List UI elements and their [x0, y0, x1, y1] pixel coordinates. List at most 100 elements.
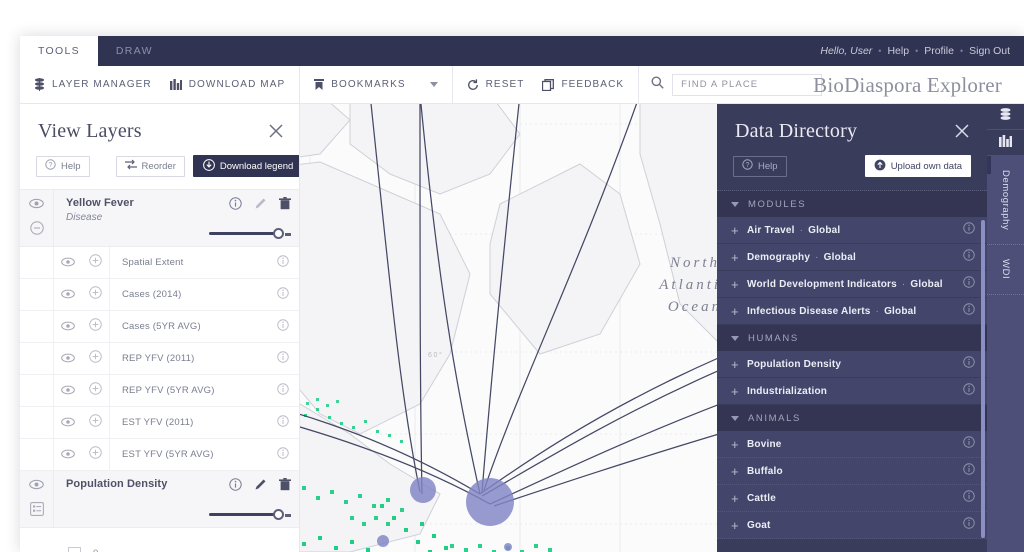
legend-list-icon[interactable] — [29, 502, 44, 521]
info-icon[interactable] — [963, 382, 975, 400]
info-icon[interactable] — [277, 254, 289, 272]
info-icon[interactable] — [963, 435, 975, 453]
eye-icon[interactable] — [61, 318, 75, 336]
info-icon[interactable] — [963, 516, 975, 534]
plus-icon[interactable]: + — [731, 224, 747, 237]
plus-icon[interactable]: + — [731, 519, 747, 532]
directory-row-infectious-disease-alerts[interactable]: + Infectious Disease Alerts · Global — [717, 298, 987, 325]
tab-tools[interactable]: TOOLS — [20, 36, 98, 66]
plus-icon[interactable]: + — [731, 305, 747, 318]
eye-icon[interactable] — [61, 254, 75, 272]
bookmarks-button[interactable]: BOOKMARKS — [314, 78, 405, 91]
directory-row-population-density[interactable]: + Population Density — [717, 351, 987, 378]
layer-row-yellow-fever[interactable]: Yellow Fever Disease — [20, 190, 299, 247]
info-icon[interactable] — [277, 382, 289, 400]
help-button[interactable]: ? Help — [733, 155, 787, 177]
directory-row-world-development-indicators[interactable]: + World Development Indicators · Global — [717, 271, 987, 298]
edit-pencil-icon[interactable] — [254, 197, 267, 215]
sublayer-row[interactable]: REP YFV (5YR AVG) — [20, 375, 299, 407]
rail-charts-button[interactable] — [987, 130, 1024, 156]
directory-row-air-travel[interactable]: + Air Travel · Global — [717, 217, 987, 244]
sublayer-row[interactable]: Cases (2014) — [20, 279, 299, 311]
info-icon[interactable] — [963, 462, 975, 480]
expand-plus-icon[interactable] — [89, 349, 102, 368]
layer-manager-button[interactable]: LAYER MANAGER — [34, 78, 152, 91]
eye-icon[interactable] — [61, 286, 75, 304]
eye-icon[interactable] — [61, 382, 75, 400]
upload-own-data-button[interactable]: Upload own data — [864, 155, 971, 177]
panel-scrollbar[interactable] — [981, 220, 985, 538]
group-header-modules[interactable]: MODULES — [717, 191, 987, 217]
expand-plus-icon[interactable] — [89, 381, 102, 400]
rail-tab-demography[interactable]: Demography — [987, 156, 1024, 246]
eye-icon[interactable] — [61, 350, 75, 368]
close-icon[interactable] — [953, 122, 971, 140]
plus-icon[interactable]: + — [731, 465, 747, 478]
directory-row-industrialization[interactable]: + Industrialization — [717, 378, 987, 405]
directory-row-buffalo[interactable]: + Buffalo — [717, 458, 987, 485]
download-legend-button[interactable]: Download legend — [192, 155, 299, 177]
plus-icon[interactable]: + — [731, 492, 747, 505]
reorder-button[interactable]: Reorder — [115, 155, 185, 177]
sublayer-row[interactable]: EST YFV (2011) — [20, 407, 299, 439]
sublayer-row[interactable]: EST YFV (5YR AVG) — [20, 439, 299, 471]
search-input[interactable] — [672, 73, 823, 96]
plus-icon[interactable]: + — [731, 358, 747, 371]
help-button[interactable]: ? Help — [36, 155, 90, 177]
expand-plus-icon[interactable] — [89, 285, 102, 304]
group-header-humans[interactable]: HUMANS — [717, 325, 987, 351]
feedback-button[interactable]: FEEDBACK — [542, 78, 624, 91]
eye-icon[interactable] — [61, 414, 75, 432]
tab-draw[interactable]: DRAW — [97, 36, 171, 66]
sublayer-row[interactable]: Cases (5YR AVG) — [20, 311, 299, 343]
legend-item[interactable]: 0 — [68, 542, 299, 552]
layer-row-population-density[interactable]: Population Density — [20, 471, 299, 528]
directory-row-demography[interactable]: + Demography · Global — [717, 244, 987, 271]
rail-tab-wdi[interactable]: WDI — [987, 245, 1024, 295]
layer-opacity-slider[interactable] — [209, 509, 291, 520]
info-icon[interactable] — [963, 221, 975, 239]
info-icon[interactable] — [229, 478, 242, 496]
sublayer-row[interactable]: REP YFV (2011) — [20, 343, 299, 375]
plus-icon[interactable]: + — [731, 438, 747, 451]
info-icon[interactable] — [277, 446, 289, 464]
reset-button[interactable]: RESET — [467, 78, 525, 91]
collapse-icon[interactable] — [29, 221, 44, 240]
header-profile-link[interactable]: Profile — [924, 45, 954, 57]
info-icon[interactable] — [963, 248, 975, 266]
info-icon[interactable] — [963, 275, 975, 293]
eye-icon[interactable] — [29, 196, 44, 214]
info-icon[interactable] — [229, 197, 242, 215]
plus-icon[interactable]: + — [731, 251, 747, 264]
slider-handle[interactable] — [273, 228, 291, 239]
plus-icon[interactable]: + — [731, 278, 747, 291]
info-icon[interactable] — [277, 414, 289, 432]
directory-row-goat[interactable]: + Goat — [717, 512, 987, 539]
expand-plus-icon[interactable] — [89, 445, 102, 464]
info-icon[interactable] — [277, 286, 289, 304]
rail-layers-button[interactable] — [987, 104, 1024, 130]
expand-plus-icon[interactable] — [89, 413, 102, 432]
directory-row-bovine[interactable]: + Bovine — [717, 431, 987, 458]
legend-checkbox[interactable] — [68, 546, 81, 552]
info-icon[interactable] — [277, 350, 289, 368]
sublayer-row[interactable]: Spatial Extent — [20, 247, 299, 279]
plus-icon[interactable]: + — [731, 385, 747, 398]
info-icon[interactable] — [963, 302, 975, 320]
info-icon[interactable] — [963, 489, 975, 507]
info-icon[interactable] — [277, 318, 289, 336]
close-icon[interactable] — [267, 122, 285, 140]
expand-plus-icon[interactable] — [89, 317, 102, 336]
directory-row-cattle[interactable]: + Cattle — [717, 485, 987, 512]
header-help-link[interactable]: Help — [887, 45, 909, 57]
delete-trash-icon[interactable] — [279, 197, 291, 215]
group-header-animals[interactable]: ANIMALS — [717, 405, 987, 431]
eye-icon[interactable] — [61, 446, 75, 464]
slider-handle[interactable] — [273, 509, 291, 520]
edit-pencil-icon[interactable] — [254, 478, 267, 496]
chevron-down-icon[interactable] — [429, 82, 438, 87]
download-map-button[interactable]: DOWNLOAD MAP — [169, 79, 286, 90]
header-signout-link[interactable]: Sign Out — [969, 45, 1010, 57]
delete-trash-icon[interactable] — [279, 478, 291, 496]
layer-opacity-slider[interactable] — [209, 228, 291, 239]
